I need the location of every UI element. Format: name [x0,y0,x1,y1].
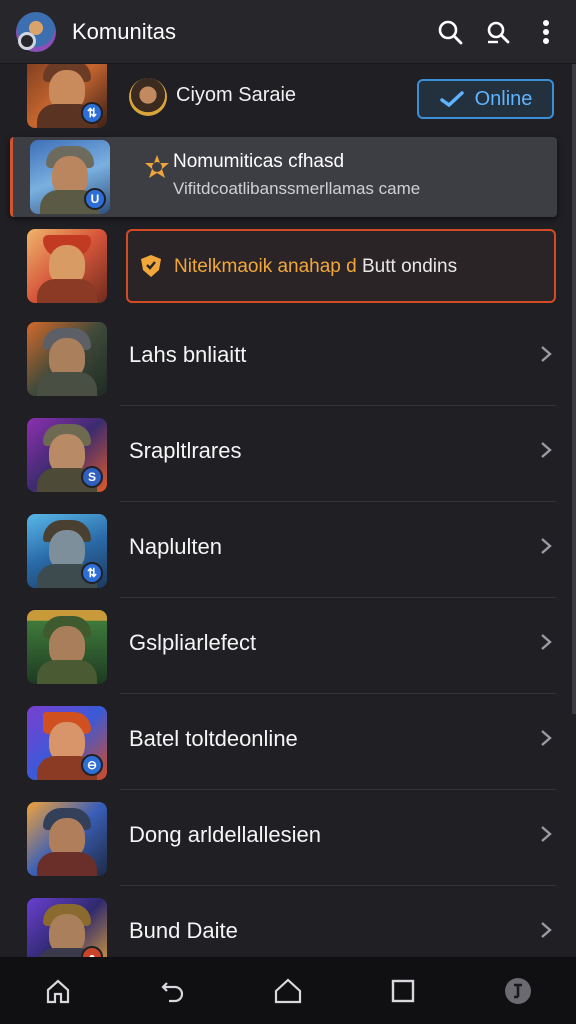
game-thumbnail [27,322,107,396]
divider [120,597,556,598]
check-icon [439,91,464,108]
game-thumbnail: S [27,418,107,492]
featured-row[interactable]: ⇅ Ciyom Saraie Online [0,64,576,130]
platform-badge: ⇅ [81,562,103,584]
card-subtitle: Vifitdcoatlibanssmerllamas came [173,179,421,198]
platform-badge: ⇅ [81,102,103,124]
list-item-label: Naplulten [129,534,222,559]
avatar [129,78,167,116]
back-icon[interactable] [149,967,197,1015]
home-icon[interactable] [34,967,82,1015]
list-item[interactable]: Gslpliarlefect [0,604,576,700]
game-thumbnail: ● [27,898,107,957]
star-badge-icon [145,155,169,178]
system-nav-bar [0,957,576,1024]
community-list: ⇅ Ciyom Saraie Online U Nomumiticas cfha… [0,64,576,957]
search-square-icon[interactable] [474,8,522,56]
list-item[interactable]: S Srapltlrares [0,412,576,508]
app-title: Komunitas [72,18,176,44]
list-item-label: Srapltlrares [129,438,242,463]
divider [120,789,556,790]
online-button[interactable]: Online [417,79,554,119]
divider [120,885,556,886]
game-thumbnail: ⊖ [27,706,107,780]
game-thumbnail: ⇅ [27,514,107,588]
list-item-label: Lahs bnliaitt [129,342,247,367]
chevron-right-icon [536,440,556,460]
chevron-right-icon [536,632,556,652]
profile-icon[interactable] [494,967,542,1015]
list-item-label: Batel toltdeonline [129,726,298,751]
divider [120,405,556,406]
notification-tail: Butt ondins [362,256,458,277]
shield-icon [141,255,161,277]
list-item[interactable]: ● Bund Daite [0,892,576,957]
game-thumbnail [27,610,107,684]
game-thumbnail [27,229,107,303]
player-name: Ciyom Saraie [176,84,297,106]
platform-badge: S [81,466,103,488]
more-vert-icon[interactable] [522,8,570,56]
chevron-right-icon [536,344,556,364]
top-app-bar: Komunitas [0,0,576,64]
divider [120,501,556,502]
house-icon[interactable] [264,967,312,1015]
game-thumbnail: ⇅ [27,64,107,128]
list-item-label: Dong arldellallesien [129,822,322,847]
list-item[interactable]: Dong arldellallesien [0,796,576,892]
search-icon[interactable] [426,8,474,56]
platform-badge: ⊖ [81,754,103,776]
game-thumbnail [27,802,107,876]
chevron-right-icon [536,920,556,940]
divider [120,693,556,694]
list-item[interactable]: Lahs bnliaitt [0,316,576,412]
chevron-right-icon [536,824,556,844]
platform-badge: U [84,188,106,210]
chevron-right-icon [536,536,556,556]
online-button-label: Online [474,87,533,110]
notification-text: Nitelkmaoik anahap d Butt ondins [174,256,457,278]
list-item-label: Gslpliarlefect [129,630,257,655]
notification-card[interactable]: Nitelkmaoik anahap d Butt ondins [126,229,556,303]
list-item-label: Bund Daite [129,918,238,943]
list-item[interactable]: ⊖ Batel toltdeonline [0,700,576,796]
app-logo [16,11,56,52]
recents-icon[interactable] [379,967,427,1015]
game-thumbnail: U [30,140,110,214]
chevron-right-icon [536,728,556,748]
highlight-card[interactable]: U Nomumiticas cfhasd Vifitdcoatlibanssme… [10,137,557,217]
card-title: Nomumiticas cfhasd [173,151,345,172]
list-item[interactable]: ⇅ Naplulten [0,508,576,604]
platform-badge: ● [81,946,103,957]
notification-accent: Nitelkmaoik anahap d [174,256,357,277]
